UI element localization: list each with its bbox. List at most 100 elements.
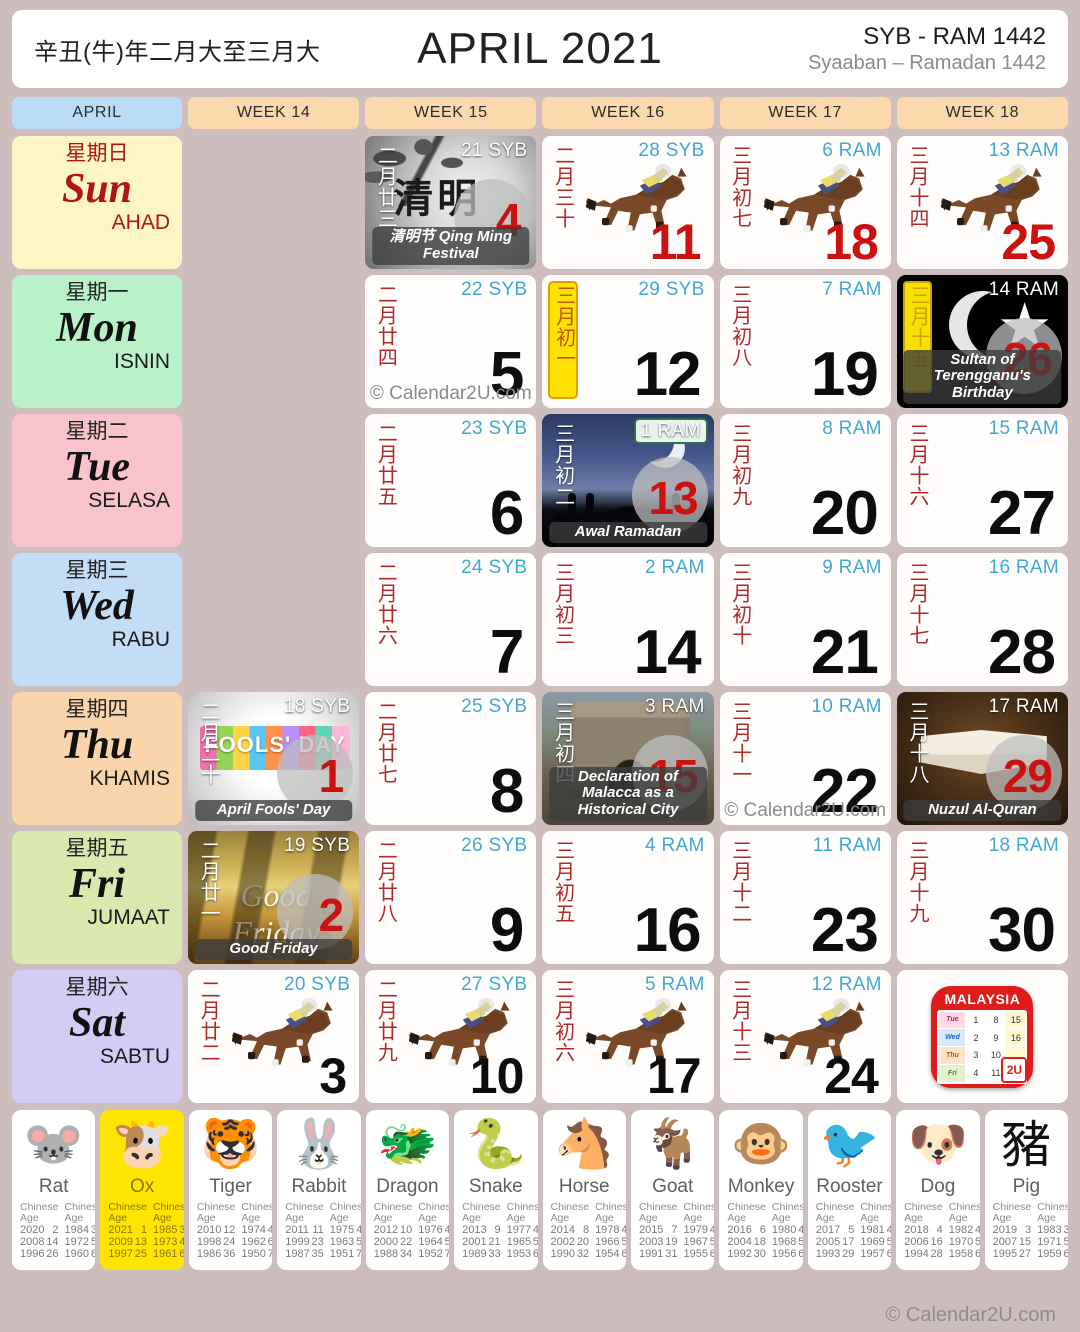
- zodiac-year-row: 2008 14: [20, 1236, 59, 1249]
- zodiac-year-row: 196755: [683, 1236, 715, 1249]
- event-label: 清明节 Qing Ming Festival: [372, 227, 530, 265]
- date-cell[interactable]: 8 RAM 三月初九 20: [719, 414, 891, 547]
- date-cell[interactable]: 22 SYB 二月廿四 5 © Calendar2U.com: [365, 275, 537, 408]
- date-cell[interactable]: 13 RAM 三月十四 25: [896, 136, 1069, 269]
- week-column-16: 28 SYB 二月三十 11 29 SYB 三月初一 12 1 RAM 三月初二 13 Awal …: [542, 136, 714, 1103]
- date-cell[interactable]: 26 SYB 二月廿八 9: [365, 831, 537, 964]
- zodiac-col-header: ChineseAge: [108, 1201, 147, 1225]
- day-name-chinese: 星期六: [65, 976, 129, 999]
- zodiac-year-row: 1998 24: [196, 1236, 236, 1249]
- zodiac-year-row: 1990 32: [550, 1248, 590, 1261]
- date-cell[interactable]: 10 RAM 三月十一 22 © Calendar2U.com: [719, 692, 891, 825]
- date-cell[interactable]: 23 SYB 二月廿五 6: [365, 414, 537, 547]
- zodiac-card-tiger[interactable]: 🐯 Tiger Chinese Age 2010 12 1998 24 1986 36 Chines…: [188, 1110, 273, 1270]
- hijri-date-label: 3 RAM: [645, 696, 705, 717]
- date-cell[interactable]: 24 SYB 二月廿六 7: [365, 553, 537, 686]
- date-cell[interactable]: 17 RAM 三月十八 29 Nuzul Al-Quran: [896, 692, 1069, 825]
- zodiac-year-row: 2003 19: [638, 1236, 678, 1249]
- lunar-date-label: 三月十一: [728, 701, 751, 785]
- zodiac-card-snake[interactable]: 🐍SnakeChineseAge20139200121198933Chinese…: [454, 1110, 538, 1270]
- day-name-english: Mon: [56, 305, 138, 352]
- week-header-cell[interactable]: WEEK 18: [896, 97, 1069, 129]
- zodiac-year-row: 2011 11: [285, 1224, 324, 1237]
- zodiac-card-dog[interactable]: 🐶DogChineseAge20184200616199428ChineseAg…: [896, 1110, 980, 1270]
- date-cell[interactable]: ★14 RAM三月十五26Sultan of Terengganu's Birt…: [896, 275, 1069, 408]
- hijri-date-label: 26 SYB: [461, 835, 528, 856]
- date-cell[interactable]: 清明 21 SYB 二月廿三 4 清明节 Qing Ming Festival: [365, 136, 537, 269]
- snake-icon: 🐍: [465, 1118, 526, 1171]
- zodiac-card-rabbit[interactable]: 🐰 Rabbit Chinese Age 2011 11 1999 23 1987 35 Chine…: [277, 1110, 361, 1270]
- date-cell[interactable]: Good Friday 19 SYB 二月廿一 2 Good Friday: [188, 831, 360, 964]
- date-cell[interactable]: 25 SYB 二月廿七 8: [365, 692, 537, 825]
- day-number: 8: [489, 757, 524, 825]
- zodiac-card-goat[interactable]: 🐐GoatChineseAge20157200319199131ChineseA…: [630, 1110, 715, 1270]
- week-header-cell[interactable]: WEEK 17: [719, 97, 891, 129]
- lunar-date-label: 三月初十: [728, 562, 751, 646]
- zodiac-card-monkey[interactable]: 🐵 Monkey Chinese Age 2016 6 2004 18 1992 30 Chines…: [719, 1110, 803, 1270]
- month-header-cell[interactable]: APRIL: [12, 97, 182, 129]
- zodiac-card-rooster[interactable]: 🐦 Rooster Chinese Age 2017 5 2005 17 1993 29 Chine…: [807, 1110, 892, 1270]
- week-header-cell[interactable]: WEEK 14: [188, 97, 360, 129]
- zodiac-col-header: ChineseAge: [771, 1201, 803, 1225]
- lunar-date-label: 三月初三: [551, 562, 574, 646]
- zodiac-age-col-right: ChineseAge197646196458195270: [418, 1201, 450, 1260]
- date-cell[interactable]: 12 RAM 三月十三 24: [719, 970, 891, 1103]
- zodiac-name: Tiger: [209, 1176, 252, 1197]
- date-cell[interactable]: 11 RAM 三月十二 23: [719, 831, 891, 964]
- date-cell[interactable]: 5 RAM 三月初六 17: [542, 970, 714, 1103]
- malaysia-app-badge[interactable]: MALAYSIA Tue 1 8 15 Wed 2 9 16 Thu 3 10 Fri 4 11 2U: [931, 985, 1034, 1088]
- zodiac-card-rat[interactable]: 🐭RatChineseAge20202200814199626ChineseAg…: [12, 1110, 96, 1270]
- zodiac-year-row: 197151: [1037, 1236, 1069, 1249]
- date-cell[interactable]: 18 RAM 三月十九 30: [896, 831, 1069, 964]
- date-cell[interactable]: 7 RAM 三月初八 19: [719, 275, 891, 408]
- zodiac-card-pig[interactable]: 豬PigChineseAge20193200715199527ChineseAg…: [984, 1110, 1069, 1270]
- zodiac-age-col-left: Chinese Age 2019 3 2007 15 1995 27: [993, 1201, 1032, 1260]
- zodiac-name: Rabbit: [291, 1176, 347, 1197]
- event-label: Good Friday: [194, 939, 353, 960]
- date-cell[interactable]: 16 RAM 三月十七 28: [896, 553, 1069, 686]
- day-name-english: Thu: [60, 722, 134, 769]
- zodiac-year-row: 196854: [771, 1236, 803, 1249]
- zodiac-age-col-left: Chinese Age 2013 9 2001 21 1989 33: [462, 1201, 501, 1260]
- week-header-cell[interactable]: WEEK 15: [365, 97, 537, 129]
- day-of-week-cell-fri: 星期五 Fri JUMAAT: [12, 831, 182, 964]
- hijri-date-label: 9 RAM: [822, 557, 882, 578]
- horse-icon: 🐴: [554, 1118, 615, 1171]
- day-number: 11: [649, 214, 702, 269]
- zodiac-card-ox[interactable]: 🐮OxChineseAge20211200913199725ChineseAge…: [100, 1110, 184, 1270]
- date-cell[interactable]: 20 SYB 二月廿二 3: [188, 970, 360, 1103]
- hijri-date-label: 6 RAM: [822, 140, 882, 161]
- date-cell[interactable]: 9 RAM 三月初十 21: [719, 553, 891, 686]
- date-cell[interactable]: 1 RAM 三月初二 13 Awal Ramadan: [542, 414, 714, 547]
- zodiac-year-row: 197547: [329, 1224, 361, 1237]
- date-cell[interactable]: 6 RAM 三月初七 18: [719, 136, 891, 269]
- zodiac-card-horse[interactable]: 🐴HorseChineseAge20148200220199032Chinese…: [542, 1110, 626, 1270]
- zodiac-col-header: ChineseAge: [418, 1201, 450, 1225]
- date-cell[interactable]: FOOLS' DAY 18 SYB 二月二十 1 April Fools' Day: [188, 692, 360, 825]
- calendar2u-logo: 2U: [1001, 1056, 1028, 1083]
- hijri-date-label: 1 RAM: [634, 418, 708, 444]
- dragon-icon: 🐲: [377, 1118, 438, 1171]
- date-cell[interactable]: 28 SYB 二月三十 11: [542, 136, 714, 269]
- zodiac-col-header: ChineseAge: [196, 1201, 236, 1225]
- date-cell[interactable]: 4 RAM 三月初五 16: [542, 831, 714, 964]
- day-name-english: Sun: [61, 166, 133, 213]
- date-cell[interactable]: 3 RAM三月初四15Declaration of Malacca as a H…: [542, 692, 714, 825]
- zodiac-year-row: 198042: [771, 1224, 803, 1237]
- hijri-date-label: 23 SYB: [461, 418, 528, 439]
- dog-icon: 🐶: [908, 1118, 968, 1171]
- date-cell[interactable]: 15 RAM 三月十六 27: [896, 414, 1069, 547]
- week-header-cell[interactable]: WEEK 16: [542, 97, 714, 129]
- zodiac-year-row: 1994 28: [904, 1248, 943, 1261]
- zodiac-card-dragon[interactable]: 🐲 Dragon Chinese Age 2012 10 2000 22 1988 34 Chine…: [365, 1110, 450, 1270]
- date-cell[interactable]: 29 SYB 三月初一 12: [542, 275, 714, 408]
- day-number: 21: [810, 618, 879, 686]
- day-name-malay: KHAMIS: [89, 767, 170, 791]
- zodiac-col-header: ChineseAge: [948, 1201, 980, 1225]
- watermark-label: © Calendar2U.com: [724, 800, 887, 821]
- day-number: 19: [810, 340, 879, 408]
- zodiac-year-row: 196161: [152, 1248, 184, 1261]
- date-cell[interactable]: 27 SYB 二月廿九 10: [365, 970, 537, 1103]
- app-promo-cell[interactable]: MALAYSIA Tue 1 8 15 Wed 2 9 16 Thu 3 10 Fri 4 11 2U: [896, 970, 1069, 1103]
- date-cell[interactable]: 2 RAM 三月初三 14: [542, 553, 714, 686]
